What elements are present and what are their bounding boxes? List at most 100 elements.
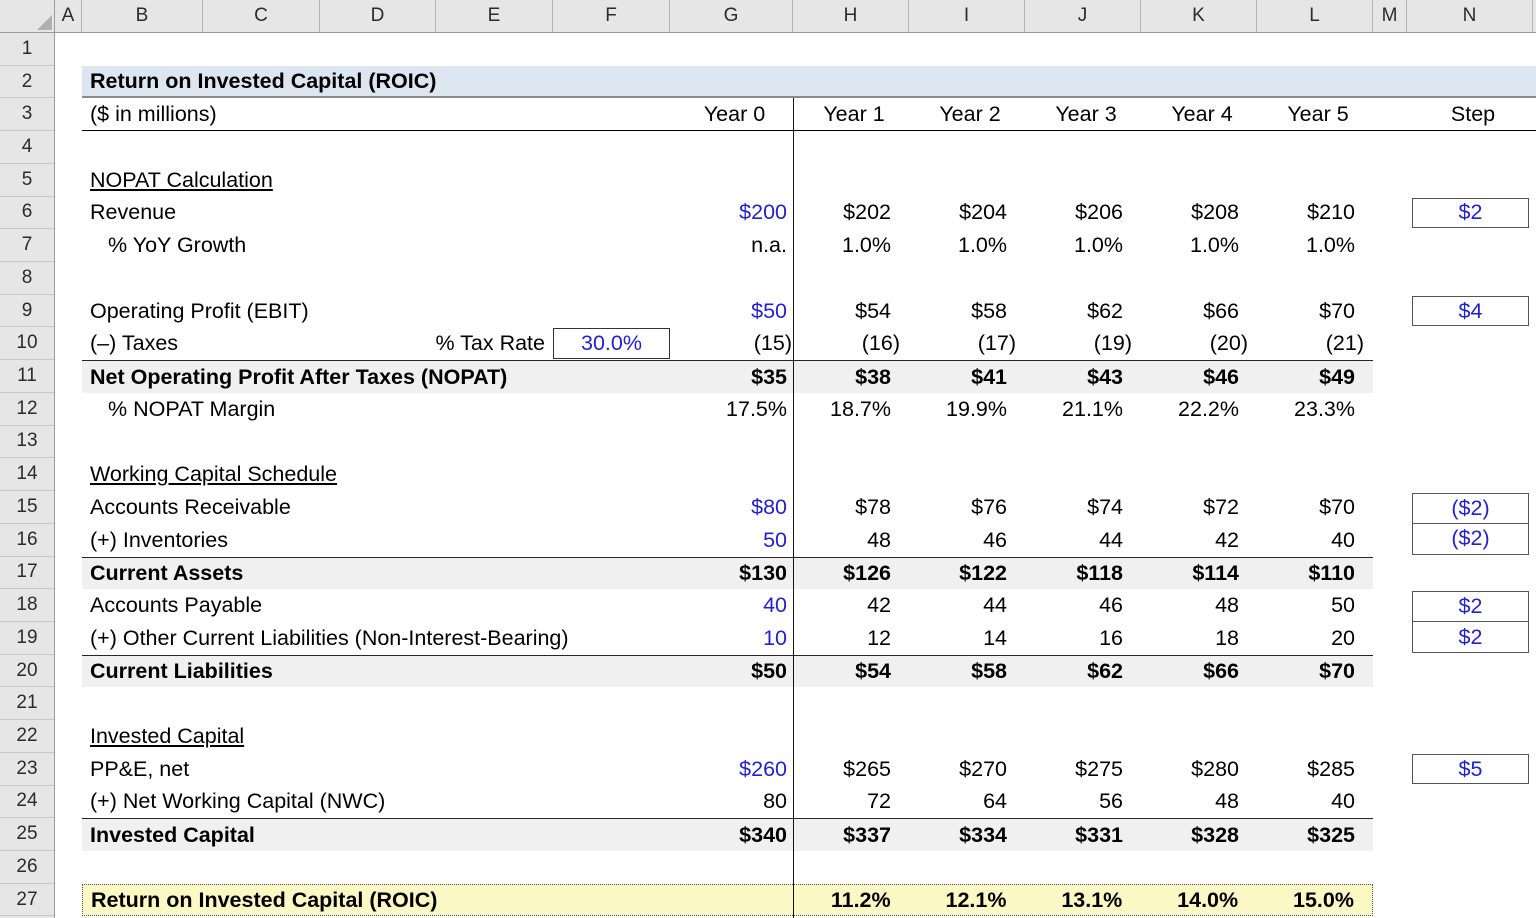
cell-H23[interactable]: $265 (793, 753, 909, 786)
tax-rate-label[interactable]: % Tax Rate (435, 331, 545, 356)
row-header-8[interactable]: 8 (0, 262, 54, 295)
cell-G14[interactable] (670, 458, 793, 491)
step-header[interactable]: Step (1410, 98, 1536, 130)
column-header-H[interactable]: H (793, 0, 909, 32)
column-header-M[interactable]: M (1373, 0, 1407, 32)
cell-L16[interactable]: 40 (1257, 524, 1373, 557)
cell-H26[interactable] (793, 851, 909, 884)
cell-K23[interactable]: $280 (1141, 753, 1257, 786)
cell-G25[interactable]: $340 (670, 819, 793, 851)
cell-L6[interactable]: $210 (1257, 197, 1373, 230)
cell-I10[interactable]: (17) (909, 327, 1025, 360)
row-header-11[interactable]: 11 (0, 360, 54, 393)
cell-J14[interactable] (1025, 458, 1141, 491)
cell-G22[interactable] (670, 720, 793, 753)
cell-K21[interactable] (1141, 687, 1257, 720)
cell-I9[interactable]: $58 (909, 295, 1025, 328)
row-header-14[interactable]: 14 (0, 458, 54, 492)
row-header-10[interactable]: 10 (0, 327, 54, 361)
cell-H21[interactable] (793, 687, 909, 720)
row-header-3[interactable]: 3 (0, 98, 54, 132)
column-header-A[interactable]: A (55, 0, 82, 32)
cell-K16[interactable]: 42 (1141, 524, 1257, 557)
cell-I5[interactable] (909, 164, 1025, 197)
cell-I21[interactable] (909, 687, 1025, 720)
step-input-6[interactable]: $2 (1412, 198, 1529, 228)
row-header-1[interactable]: 1 (0, 33, 54, 66)
cell-G13[interactable] (670, 426, 793, 459)
cell-G7[interactable]: n.a. (670, 229, 793, 262)
cell-H19[interactable]: 12 (793, 622, 909, 655)
cell-K10[interactable]: (20) (1141, 327, 1257, 360)
row-header-17[interactable]: 17 (0, 557, 54, 590)
cell-I26[interactable] (909, 851, 1025, 884)
row-label-cell-B21[interactable] (82, 687, 670, 720)
tax-rate-input[interactable]: 30.0% (553, 328, 670, 360)
cell-K7[interactable]: 1.0% (1141, 229, 1257, 262)
cell-H4[interactable] (793, 131, 909, 164)
cell-L7[interactable]: 1.0% (1257, 229, 1373, 262)
year4-header[interactable]: Year 4 (1144, 98, 1260, 130)
cell-J22[interactable] (1025, 720, 1141, 753)
cell-L25[interactable]: $325 (1257, 819, 1373, 851)
cell-I8[interactable] (909, 262, 1025, 295)
row-header-6[interactable]: 6 (0, 197, 54, 230)
row-header-15[interactable]: 15 (0, 491, 54, 524)
row-label-cell-B13[interactable] (82, 426, 670, 459)
cell-K20[interactable]: $66 (1141, 656, 1257, 688)
row-label-cell-B23[interactable]: PP&E, net (82, 753, 670, 786)
row-header-7[interactable]: 7 (0, 229, 54, 263)
cell-H18[interactable]: 42 (793, 589, 909, 622)
cell-I20[interactable]: $58 (909, 656, 1025, 688)
row-header-5[interactable]: 5 (0, 164, 54, 197)
cell-I4[interactable] (909, 131, 1025, 164)
cell-J5[interactable] (1025, 164, 1141, 197)
row-label-cell-B9[interactable]: Operating Profit (EBIT) (82, 295, 670, 328)
column-header-K[interactable]: K (1141, 0, 1257, 32)
column-header-J[interactable]: J (1025, 0, 1141, 32)
cell-L18[interactable]: 50 (1257, 589, 1373, 622)
cell-I19[interactable]: 14 (909, 622, 1025, 655)
column-header-D[interactable]: D (320, 0, 436, 32)
cell-H16[interactable]: 48 (793, 524, 909, 557)
column-header-E[interactable]: E (436, 0, 553, 32)
cell-I18[interactable]: 44 (909, 589, 1025, 622)
cell-K26[interactable] (1141, 851, 1257, 884)
cell-K5[interactable] (1141, 164, 1257, 197)
column-header-B[interactable]: B (82, 0, 203, 32)
cell-G26[interactable] (670, 851, 793, 884)
cell-H7[interactable]: 1.0% (793, 229, 909, 262)
column-header-L[interactable]: L (1257, 0, 1373, 32)
step-input-15[interactable]: ($2) (1412, 492, 1529, 524)
row-label[interactable]: (–) Taxes (90, 331, 178, 356)
cell-L13[interactable] (1257, 426, 1373, 459)
cell-G24[interactable]: 80 (670, 786, 793, 819)
row-header-16[interactable]: 16 (0, 524, 54, 557)
cell-G4[interactable] (670, 131, 793, 164)
cell-L24[interactable]: 40 (1257, 786, 1373, 819)
cell-G27[interactable] (670, 885, 793, 916)
year3-header[interactable]: Year 3 (1028, 98, 1144, 130)
cell-I14[interactable] (909, 458, 1025, 491)
row-label-cell-B14[interactable]: Working Capital Schedule (82, 458, 670, 491)
cell-J21[interactable] (1025, 687, 1141, 720)
row-label-cell-B4[interactable] (82, 131, 670, 164)
cell-L19[interactable]: 20 (1257, 622, 1373, 655)
cell-K19[interactable]: 18 (1141, 622, 1257, 655)
cell-J16[interactable]: 44 (1025, 524, 1141, 557)
cell-J7[interactable]: 1.0% (1025, 229, 1141, 262)
row-label-cell-B12[interactable]: % NOPAT Margin (82, 393, 670, 426)
cell-L8[interactable] (1257, 262, 1373, 295)
cell-I17[interactable]: $122 (909, 558, 1025, 590)
cell-L11[interactable]: $49 (1257, 361, 1373, 393)
row-header-4[interactable]: 4 (0, 131, 54, 164)
cell-H10[interactable]: (16) (793, 327, 909, 360)
cell-I27[interactable]: 12.1% (909, 885, 1025, 916)
cell-L10[interactable]: (21) (1257, 327, 1373, 360)
row-header-25[interactable]: 25 (0, 818, 54, 851)
cell-G20[interactable]: $50 (670, 656, 793, 688)
cell-H24[interactable]: 72 (793, 786, 909, 819)
year2-header[interactable]: Year 2 (912, 98, 1028, 130)
cell-L14[interactable] (1257, 458, 1373, 491)
cell-K27[interactable]: 14.0% (1140, 885, 1256, 916)
